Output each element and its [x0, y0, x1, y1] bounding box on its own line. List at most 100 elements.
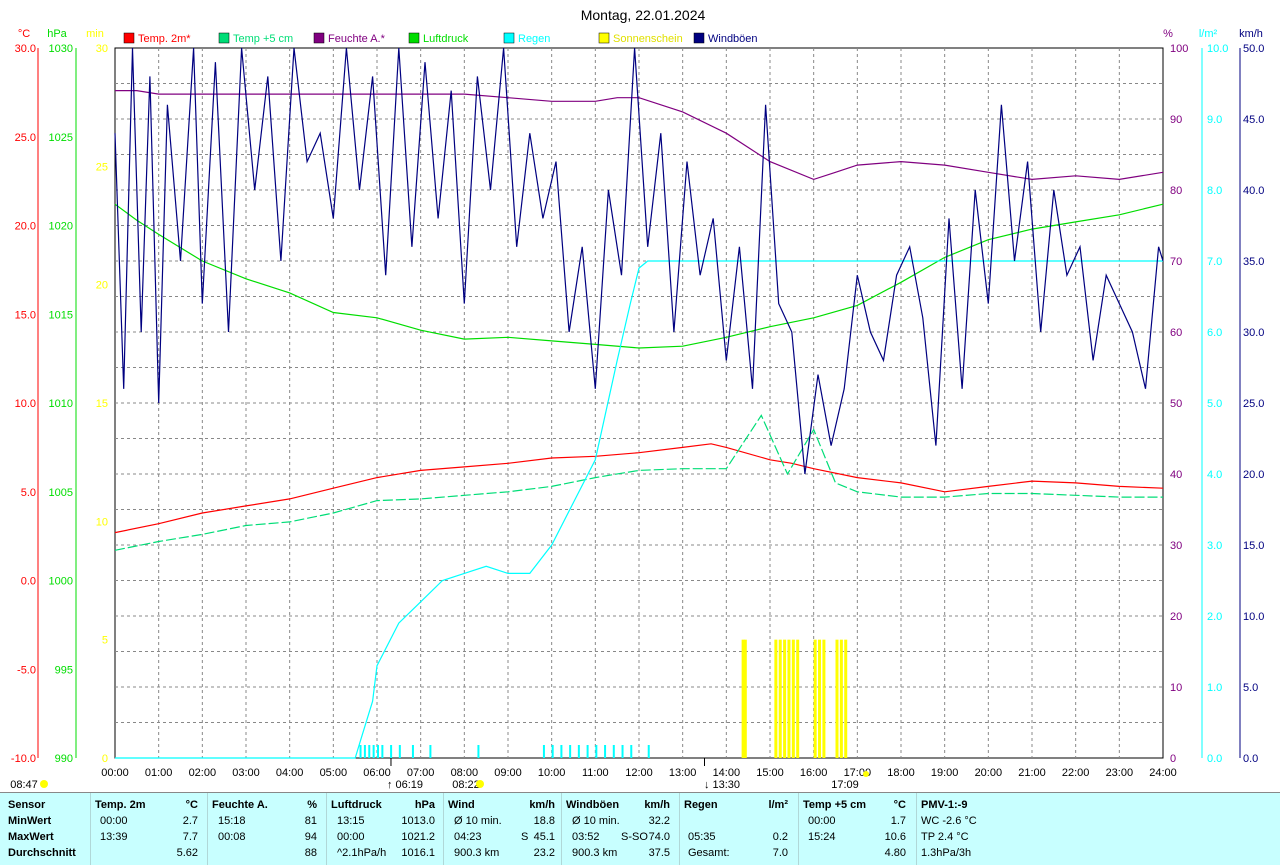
- rain-blip: [647, 745, 650, 758]
- sunshine-bar: [822, 639, 826, 758]
- rain-blip: [604, 745, 607, 758]
- stat-cell: 1013.0: [401, 815, 435, 827]
- rain-blip: [390, 745, 393, 758]
- rain-blip: [429, 745, 432, 758]
- legend-label: Feuchte A.*: [328, 33, 386, 45]
- legend-swatch: [123, 32, 135, 44]
- tick-label-hour: 21:00: [1018, 767, 1046, 779]
- tick-label-hpa: 1025: [49, 132, 73, 144]
- tick-label-hour: 24:00: [1149, 767, 1177, 779]
- tick-label-wind: 40.0: [1243, 185, 1264, 197]
- stat-header: °C: [185, 799, 198, 811]
- stat-cell: 45.1: [533, 831, 555, 843]
- tick-label-rain: 7.0: [1207, 256, 1222, 268]
- tick-label-pct: 50: [1170, 398, 1182, 410]
- stat-cell: 15:24: [808, 831, 836, 843]
- legend-label: Temp +5 cm: [233, 33, 293, 45]
- tick-label-wind: 45.0: [1243, 114, 1264, 126]
- stat-column-divider: [916, 793, 917, 865]
- tick-label-rain: 4.0: [1207, 469, 1222, 481]
- stat-cell: 74.0: [648, 831, 670, 843]
- tick-label-rain: 1.0: [1207, 682, 1222, 694]
- legend: Temp. 2m* Temp +5 cm Feuchte A.* Luftdruck R…: [123, 32, 758, 45]
- tick-label-hour: 02:00: [189, 767, 217, 779]
- tick-label-temp: 10.0: [15, 398, 36, 410]
- axis-unit-pct: %: [1163, 28, 1173, 40]
- tick-label-hpa: 1000: [49, 576, 73, 588]
- stat-header: km/h: [529, 799, 555, 811]
- stat-column-divider: [561, 793, 562, 865]
- marker-label: ↑ 06:19: [387, 779, 423, 791]
- stat-cell: 7.7: [182, 831, 198, 843]
- tick-label-min: 20: [96, 280, 108, 292]
- tick-label-hour: 23:00: [1106, 767, 1134, 779]
- rain-blip: [368, 745, 371, 758]
- stat-column-divider: [326, 793, 327, 865]
- stat-cell: Gesamt:: [688, 847, 730, 859]
- tick-label-hour: 10:00: [538, 767, 566, 779]
- legend-label: Sonnenschein: [613, 33, 683, 45]
- tick-label-hpa: 1020: [49, 221, 73, 233]
- rain-blip: [577, 745, 580, 758]
- stat-cell: 2.7: [182, 815, 198, 827]
- sunshine-bar: [791, 639, 795, 758]
- stat-cell: 1021.2: [401, 831, 435, 843]
- stat-header: Luftdruck: [331, 799, 382, 811]
- rain-blip: [595, 745, 598, 758]
- stat-cell: TP 2.4 °C: [921, 831, 969, 843]
- stat-header: km/h: [644, 799, 670, 811]
- tick-label-pct: 30: [1170, 540, 1182, 552]
- marker-label: 08:47: [10, 779, 38, 791]
- tick-label-hour: 03:00: [232, 767, 260, 779]
- stat-header: °C: [893, 799, 906, 811]
- stat-cell: Ø 10 min.: [454, 815, 502, 827]
- axis-unit-hpa: hPa: [47, 28, 67, 40]
- stat-cell: 04:23: [454, 831, 482, 843]
- tick-label-rain: 9.0: [1207, 114, 1222, 126]
- tick-label-min: 25: [96, 161, 108, 173]
- stat-column-divider: [798, 793, 799, 865]
- sunshine-bar: [783, 639, 787, 758]
- stat-header: Temp. 2m: [95, 799, 146, 811]
- tick-label-min: 0: [102, 753, 108, 765]
- tick-label-rain: 10.0: [1207, 43, 1228, 55]
- tick-label-wind: 30.0: [1243, 327, 1264, 339]
- tick-label-min: 15: [96, 398, 108, 410]
- tick-label-hour: 07:00: [407, 767, 435, 779]
- rain-blip: [542, 745, 545, 758]
- tick-label-wind: 10.0: [1243, 611, 1264, 623]
- stat-cell: 03:52: [572, 831, 600, 843]
- tick-label-rain: 8.0: [1207, 185, 1222, 197]
- rain-blip: [477, 745, 480, 758]
- sunshine-bar: [743, 639, 747, 758]
- stat-cell: 05:35: [688, 831, 716, 843]
- rain-blip: [398, 745, 401, 758]
- stat-cell: 00:00: [337, 831, 365, 843]
- rain-blip: [359, 745, 362, 758]
- stat-cell: 0.2: [772, 831, 788, 843]
- weather-chart: °C hPa min 30.0 25.0 20.0 15.0 10.0 5.0 0.0 -5.0 -1…: [10, 7, 1264, 791]
- legend-label: Windböen: [708, 33, 758, 45]
- rain-blip: [551, 745, 554, 758]
- rain-blip: [569, 745, 572, 758]
- tick-label-rain: 2.0: [1207, 611, 1222, 623]
- stat-header: Feuchte A.: [212, 799, 268, 811]
- stat-cell: 15:18: [218, 815, 246, 827]
- tick-label-temp: 25.0: [15, 132, 36, 144]
- sun-icon: [863, 771, 869, 777]
- tick-label-hpa: 1005: [49, 487, 73, 499]
- tick-label-hour: 05:00: [320, 767, 348, 779]
- stat-header: PMV-1:-9: [921, 799, 968, 811]
- rain-blip: [411, 745, 414, 758]
- tick-label-rain: 3.0: [1207, 540, 1222, 552]
- stat-column-divider: [679, 793, 680, 865]
- stat-cell: 1.3hPa/3h: [921, 847, 972, 859]
- tick-label-wind: 20.0: [1243, 469, 1264, 481]
- legend-label: Regen: [518, 33, 550, 45]
- rain-blip: [630, 745, 633, 758]
- tick-label-min: 5: [102, 635, 108, 647]
- stat-column-divider: [207, 793, 208, 865]
- stat-cell: 81: [304, 815, 317, 827]
- chart-title: Montag, 22.01.2024: [581, 7, 706, 23]
- sunshine-bar: [778, 639, 782, 758]
